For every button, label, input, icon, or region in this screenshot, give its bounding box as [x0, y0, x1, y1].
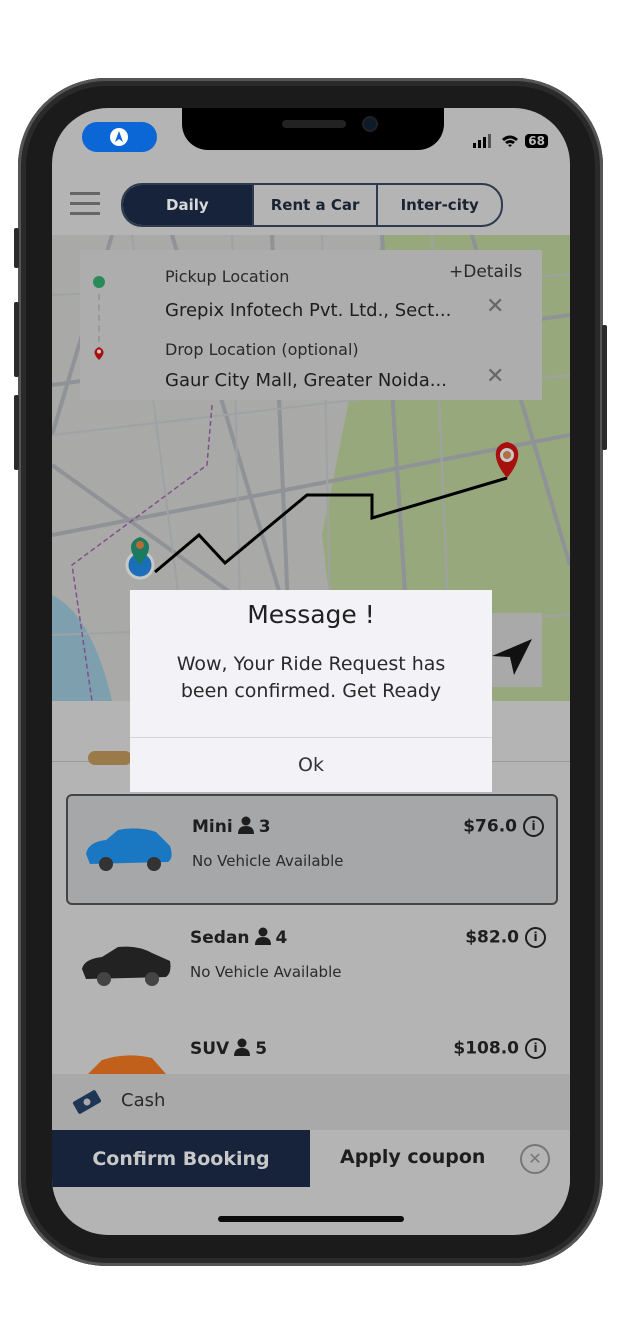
speaker [282, 120, 346, 128]
person-icon [237, 816, 254, 834]
location-card: Pickup Location +Details Grepix Infotech… [80, 250, 542, 400]
tab-daily[interactable]: Daily [123, 185, 252, 225]
vehicle-price: $76.0 i [463, 816, 544, 837]
pickup-dot-icon [93, 276, 105, 288]
home-indicator[interactable] [218, 1216, 404, 1222]
drop-label: Drop Location (optional) [165, 340, 359, 359]
info-icon[interactable]: i [523, 816, 544, 837]
drop-input[interactable]: Gaur City Mall, Greater Noida... [165, 370, 447, 391]
clear-drop-icon[interactable]: ✕ [486, 364, 504, 389]
payment-method-row[interactable]: Cash [52, 1074, 570, 1130]
vehicle-name: Sedan 4 [190, 927, 287, 948]
vehicle-name-text: SUV [190, 1039, 230, 1059]
dialog-message: Wow, Your Ride Request has been confirme… [176, 653, 446, 702]
confirm-booking-button[interactable]: Confirm Booking [52, 1130, 310, 1187]
status-bar: 68 [473, 134, 548, 148]
seat-count: 3 [258, 817, 271, 837]
my-location-button[interactable] [484, 613, 542, 687]
vehicle-option-mini[interactable]: Mini 3 No Vehicle Available $76.0 i [66, 794, 558, 905]
vehicle-availability: No Vehicle Available [190, 963, 342, 981]
apply-coupon-button[interactable]: Apply coupon [340, 1146, 485, 1168]
clear-coupon-icon[interactable]: ✕ [520, 1144, 550, 1174]
drop-pin-icon [93, 345, 105, 364]
tab-rent-a-car[interactable]: Rent a Car [251, 185, 377, 225]
seat-count: 5 [255, 1039, 268, 1059]
notch [182, 108, 444, 150]
vehicle-name-text: Sedan [190, 928, 250, 948]
price-text: $108.0 [453, 1038, 519, 1059]
cash-icon [72, 1090, 102, 1114]
pickup-input[interactable]: Grepix Infotech Pvt. Ltd., Sect... [165, 300, 451, 321]
navigation-indicator[interactable] [82, 122, 157, 152]
vehicle-price: $108.0 i [453, 1038, 546, 1059]
car-image-sedan [82, 946, 171, 986]
clear-pickup-icon[interactable]: ✕ [486, 294, 504, 319]
navigation-arrow-icon [110, 128, 128, 146]
details-link[interactable]: +Details [449, 262, 522, 282]
ride-type-tabs: Daily Rent a Car Inter-city [121, 183, 503, 227]
price-text: $82.0 [465, 927, 519, 948]
wifi-icon [502, 135, 519, 147]
vehicle-option-sedan[interactable]: Sedan 4 No Vehicle Available $82.0 i [66, 905, 558, 1012]
location-arrow-icon [492, 639, 532, 675]
power-button [602, 325, 607, 450]
vehicle-name: SUV 5 [190, 1038, 267, 1059]
vehicle-option-suv[interactable]: SUV 5 $108.0 i [66, 1016, 558, 1074]
app-screen: 68 Daily Rent a Car Inter-city Pickup Lo… [52, 108, 570, 1235]
pickup-label: Pickup Location [165, 267, 290, 286]
person-icon [254, 927, 271, 945]
vehicle-availability: No Vehicle Available [192, 852, 344, 870]
tab-inter-city[interactable]: Inter-city [376, 185, 501, 225]
route-connector [98, 294, 100, 342]
vehicle-price: $82.0 i [465, 927, 546, 948]
vehicle-image-partial [88, 751, 132, 765]
info-icon[interactable]: i [525, 927, 546, 948]
volume-down-button [14, 395, 19, 470]
camera [364, 118, 376, 130]
vehicle-name-text: Mini [192, 817, 233, 837]
coupon-section: Apply coupon ✕ [310, 1130, 570, 1187]
ok-button[interactable]: Ok [130, 737, 492, 792]
person-icon [234, 1038, 251, 1056]
hamburger-menu-icon[interactable] [70, 192, 100, 222]
dialog-title: Message ! [247, 600, 375, 629]
car-image-suv [88, 1055, 166, 1074]
battery-level: 68 [525, 134, 548, 148]
car-image-mini [86, 828, 172, 871]
info-icon[interactable]: i [525, 1038, 546, 1059]
volume-up-button [14, 302, 19, 377]
cellular-signal-icon [473, 134, 492, 148]
vehicle-name: Mini 3 [192, 816, 271, 837]
seat-count: 4 [275, 928, 288, 948]
payment-method-label: Cash [121, 1090, 166, 1111]
price-text: $76.0 [463, 816, 517, 837]
message-dialog: Message ! Wow, Your Ride Request has bee… [130, 590, 492, 792]
mute-switch [14, 228, 19, 268]
